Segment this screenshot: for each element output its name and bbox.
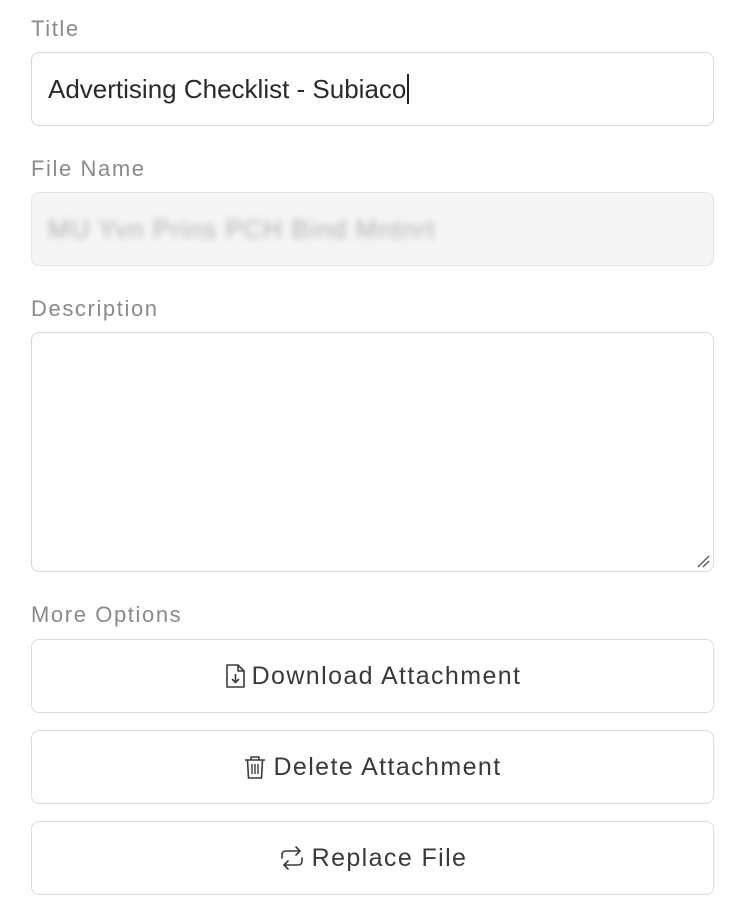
delete-attachment-label: Delete Attachment [273,752,502,781]
title-input-value: Advertising Checklist - Subiaco [48,73,407,104]
resize-handle-icon[interactable] [696,554,710,568]
replace-file-button[interactable]: Replace File [31,821,714,895]
delete-attachment-button[interactable]: Delete Attachment [31,730,714,804]
download-attachment-button[interactable]: Download Attachment [31,639,714,713]
download-attachment-label: Download Attachment [251,661,522,690]
filename-label: File Name [31,156,146,181]
text-caret [407,74,410,104]
refresh-icon [278,845,306,871]
replace-file-label: Replace File [311,843,468,872]
filename-field: MU Yvn Prins PCH Bind Mntnrt [31,192,714,266]
more-options-label: More Options [31,602,183,627]
trash-icon [243,754,267,780]
description-label: Description [31,296,159,321]
filename-value: MU Yvn Prins PCH Bind Mntnrt [48,213,436,244]
title-input[interactable]: Advertising Checklist - Subiaco [31,52,714,126]
description-textarea[interactable] [31,332,714,572]
title-label: Title [31,16,80,41]
file-download-icon [224,663,246,689]
